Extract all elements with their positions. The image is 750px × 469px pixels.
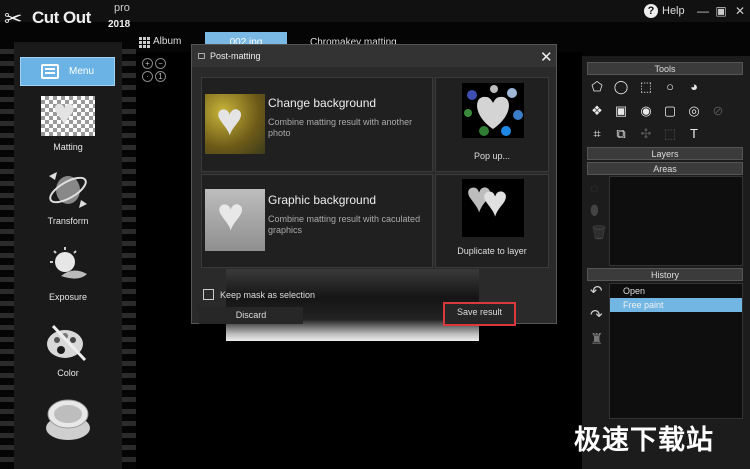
heart-checker-icon: ♥ bbox=[41, 92, 95, 136]
rect-select-icon[interactable]: ⬚ bbox=[638, 79, 654, 95]
areas-list[interactable] bbox=[609, 176, 743, 266]
bucket-icon[interactable]: ◉ bbox=[638, 103, 654, 119]
card-desc: Combine matting result with another phot… bbox=[268, 117, 413, 138]
tools-header: Tools bbox=[587, 62, 743, 75]
popup-option[interactable]: Pop up... bbox=[435, 77, 549, 172]
discard-button[interactable]: Discard bbox=[199, 307, 303, 324]
robot-icon[interactable]: ♜ bbox=[590, 330, 603, 348]
red-eye-icon[interactable]: ◎ bbox=[686, 103, 702, 119]
app-logo: ✂ Cut Out pro 2018 bbox=[2, 0, 130, 34]
tab-album[interactable]: Album bbox=[139, 32, 181, 52]
graphic-background-thumb: ♥ bbox=[205, 188, 265, 251]
tab-album-label: Album bbox=[153, 36, 182, 47]
left-sidebar: Menu ♥ Matting Transform Exposure Color bbox=[0, 42, 136, 469]
redo-icon[interactable]: ↷ bbox=[590, 306, 603, 324]
keep-mask-checkbox[interactable]: Keep mask as selection bbox=[203, 289, 315, 300]
frame-icon[interactable]: ⬚ bbox=[662, 126, 678, 142]
graphic-background-option[interactable]: ♥ Graphic background Combine matting res… bbox=[201, 174, 433, 268]
polygon-select-icon[interactable]: ⬠ bbox=[589, 79, 605, 95]
post-matting-dialog: Post-matting ✕ ♥ Change background Combi… bbox=[191, 44, 557, 341]
forbidden-icon[interactable]: ⊘ bbox=[710, 103, 726, 119]
sidebar-item-transform[interactable]: Transform bbox=[22, 170, 114, 226]
grid-icon bbox=[139, 36, 150, 48]
sidebar-item-label: Matting bbox=[53, 142, 83, 152]
card-title: Change background bbox=[268, 96, 377, 110]
brush-icon[interactable]: ❖ bbox=[589, 103, 605, 119]
history-item[interactable]: Open bbox=[610, 284, 742, 298]
color-wheel-icon[interactable]: ◕ bbox=[686, 79, 702, 95]
menu-label: Menu bbox=[68, 66, 94, 77]
resize-icon[interactable]: ⧉ bbox=[613, 126, 629, 142]
question-icon: ? bbox=[644, 4, 658, 18]
sidebar-item-label: Exposure bbox=[48, 292, 88, 302]
film-perforation bbox=[0, 42, 14, 469]
sidebar-item-compact[interactable] bbox=[22, 398, 114, 450]
transform-icon bbox=[41, 170, 95, 210]
undo-icon[interactable]: ↶ bbox=[590, 282, 603, 300]
camera-icon[interactable]: ▣ bbox=[613, 103, 629, 119]
sidebar-item-matting[interactable]: ♥ Matting bbox=[22, 92, 114, 152]
areas-header[interactable]: Areas bbox=[587, 162, 743, 175]
zoom-fit-icon[interactable]: · bbox=[142, 71, 153, 82]
zoom-out-icon[interactable]: − bbox=[155, 58, 166, 69]
dialog-title-bar: Post-matting bbox=[192, 45, 556, 67]
crop-icon[interactable]: ⌗ bbox=[589, 126, 605, 142]
sidebar-item-label: Color bbox=[57, 368, 79, 378]
app-edition: pro bbox=[114, 2, 130, 14]
lasso-icon[interactable]: ◯ bbox=[613, 79, 629, 95]
menu-button[interactable]: Menu bbox=[20, 57, 115, 86]
duplicate-label: Duplicate to layer bbox=[457, 246, 527, 256]
dotted-circle-icon[interactable]: ◌ bbox=[590, 180, 598, 196]
menu-icon bbox=[40, 64, 59, 79]
change-background-option[interactable]: ♥ Change background Combine matting resu… bbox=[201, 77, 433, 172]
help-label: Help bbox=[662, 5, 685, 17]
popup-hearts-icon bbox=[462, 83, 524, 138]
app-name: Cut Out bbox=[32, 8, 91, 27]
keep-mask-label: Keep mask as selection bbox=[220, 289, 316, 300]
window-icon bbox=[198, 53, 205, 59]
help-button[interactable]: ? Help bbox=[644, 2, 685, 20]
film-perforation bbox=[122, 42, 136, 469]
app-year: 2018 bbox=[108, 19, 131, 30]
zoom-actual-icon[interactable]: 1 bbox=[155, 71, 166, 82]
maximize-button[interactable]: ▣ bbox=[712, 2, 730, 20]
duplicate-hearts-icon: ♥ ♥ bbox=[462, 173, 524, 237]
exposure-icon bbox=[41, 246, 95, 286]
history-item-selected[interactable]: Free paint bbox=[610, 298, 742, 312]
photo-background-thumb: ♥ bbox=[205, 93, 265, 154]
minimize-button[interactable]: — bbox=[694, 2, 712, 20]
close-button[interactable]: ✕ bbox=[731, 2, 749, 20]
card-title: Graphic background bbox=[268, 193, 377, 207]
ellipse-select-icon[interactable]: ○ bbox=[662, 79, 678, 95]
text-icon[interactable]: T bbox=[686, 126, 702, 142]
history-header[interactable]: History bbox=[587, 268, 743, 281]
trash-icon[interactable]: 🗑 bbox=[590, 224, 608, 241]
blob-icon[interactable]: ⬮ bbox=[590, 202, 599, 219]
dialog-title: Post-matting bbox=[210, 51, 261, 61]
right-panel: Tools ⬠ ◯ ⬚ ○ ◕ ❖ ▣ ◉ ▢ ◎ ⊘ ⌗ ⧉ ✣ ⬚ T La… bbox=[582, 56, 750, 469]
compact-mirror-icon bbox=[41, 398, 95, 444]
sidebar-item-exposure[interactable]: Exposure bbox=[22, 246, 114, 302]
dialog-close-icon[interactable]: ✕ bbox=[540, 48, 553, 66]
save-result-button[interactable]: Save result bbox=[443, 302, 516, 326]
select-frame-icon[interactable]: ▢ bbox=[662, 103, 678, 119]
scissors-icon: ✂ bbox=[4, 6, 23, 31]
background-image-preview bbox=[226, 269, 479, 341]
zoom-in-icon[interactable]: + bbox=[142, 58, 153, 69]
watermark: 极速下载站 bbox=[574, 425, 714, 455]
sidebar-item-color[interactable]: Color bbox=[22, 322, 114, 378]
layers-header[interactable]: Layers bbox=[587, 147, 743, 160]
palette-icon bbox=[41, 322, 95, 362]
card-desc: Combine matting result with caculated gr… bbox=[268, 214, 421, 235]
popup-label: Pop up... bbox=[473, 151, 511, 161]
checkbox-box[interactable] bbox=[203, 289, 214, 300]
move-icon[interactable]: ✣ bbox=[638, 126, 654, 142]
sidebar-item-label: Transform bbox=[47, 216, 89, 226]
duplicate-layer-option[interactable]: ♥ ♥ Duplicate to layer bbox=[435, 173, 549, 268]
